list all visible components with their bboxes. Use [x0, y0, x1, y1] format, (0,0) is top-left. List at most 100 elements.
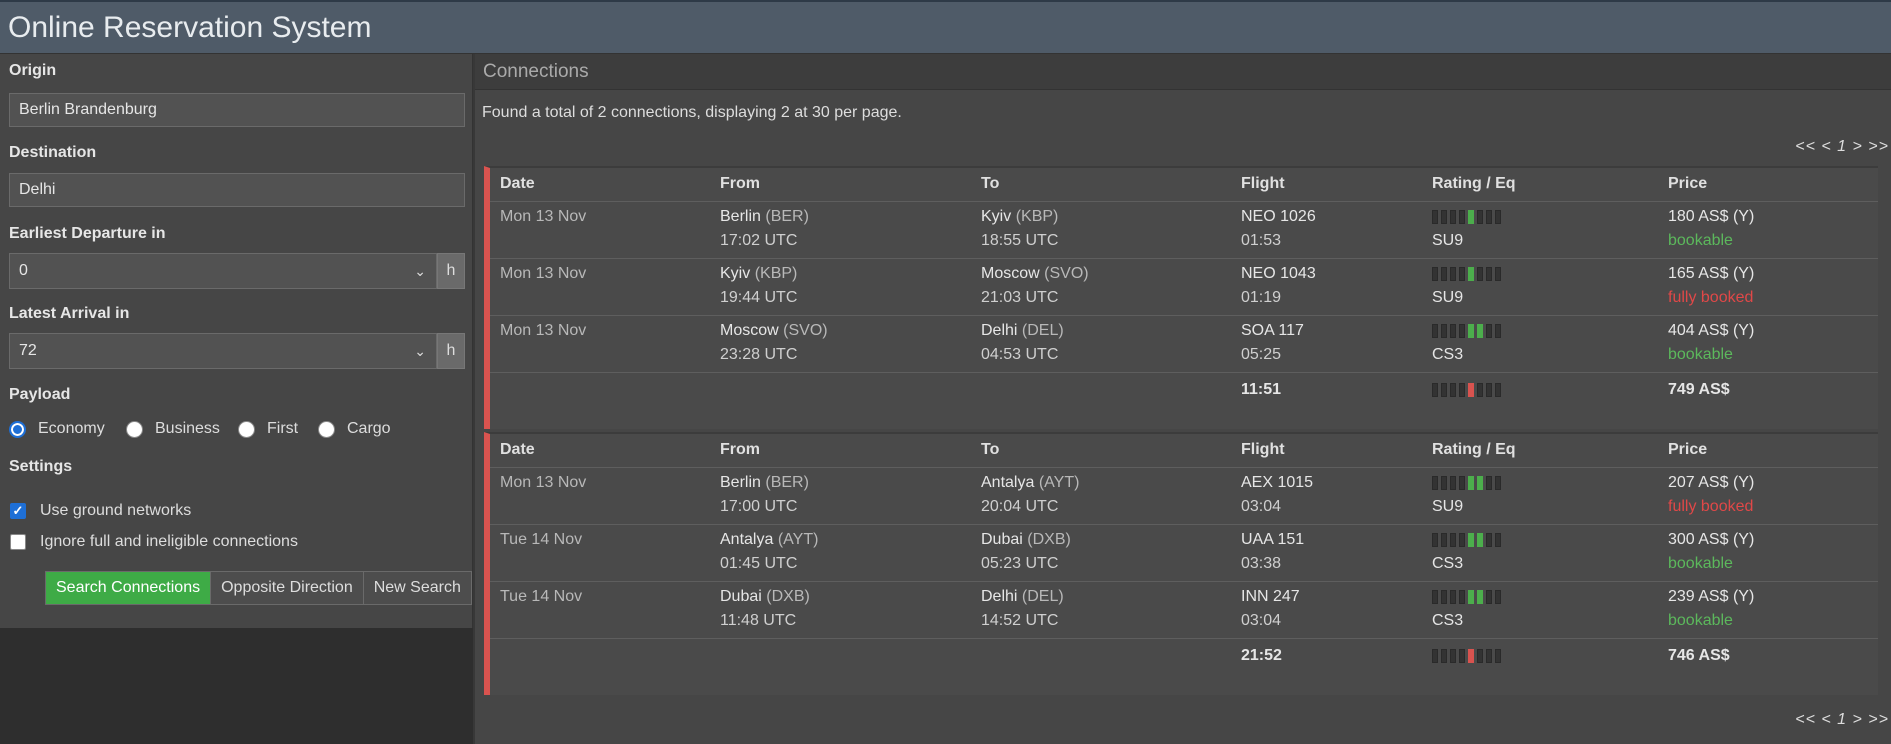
search-connections-button[interactable]: Search Connections	[46, 572, 212, 604]
to-code: (DXB)	[1027, 531, 1071, 548]
leg-price: 300 AS$ (Y) bookable	[1668, 528, 1754, 576]
departure-time: 23:28 UTC	[720, 346, 798, 363]
from-airport: Dubai (DXB)	[720, 585, 810, 609]
fare-price: 239 AS$ (Y)	[1668, 588, 1755, 605]
flight-duration: 01:19	[1241, 289, 1282, 306]
flight-leg-row[interactable]: Mon 13 Nov Berlin (BER) 17:02 UTC Kyiv (KBP…	[490, 202, 1878, 259]
leg-from: Antalya (AYT) 01:45 UTC	[720, 528, 818, 576]
total-rating-bar	[1432, 649, 1504, 663]
checkbox-checked-icon: ✓	[10, 503, 26, 519]
fare-price: 300 AS$ (Y)	[1668, 531, 1755, 548]
pagination-bottom[interactable]: << < 1 > >>	[1795, 711, 1889, 729]
flight-number: NEO 1043	[1241, 265, 1316, 282]
payload-economy-radio[interactable]: Economy	[9, 420, 105, 438]
flight-duration: 01:53	[1241, 232, 1282, 249]
new-search-button[interactable]: New Search	[363, 572, 471, 604]
rating-segment	[1468, 590, 1474, 604]
payload-first-radio[interactable]: First	[238, 420, 298, 438]
latest-arrival-group: 72 ⌄ h	[9, 333, 465, 369]
to-code: (KBP)	[1015, 208, 1059, 225]
flight-leg-row[interactable]: Tue 14 Nov Antalya (AYT) 01:45 UTC Dubai (D…	[490, 525, 1878, 582]
origin-input[interactable]: Berlin Brandenburg	[9, 93, 465, 127]
hour-unit-addon: h	[437, 253, 465, 289]
from-city: Moscow	[720, 322, 779, 339]
checkbox-label: Ignore full and ineligible connections	[40, 533, 298, 550]
leg-to: Dubai (DXB) 05:23 UTC	[981, 528, 1071, 576]
pagination-top[interactable]: << < 1 > >>	[1795, 138, 1889, 156]
booking-status: fully booked	[1668, 289, 1754, 306]
leg-date: Mon 13 Nov	[500, 208, 587, 225]
to-city: Moscow	[981, 265, 1040, 282]
connection-header-row: Date From To Flight Rating / Eq Price	[490, 168, 1878, 202]
total-rating	[1432, 644, 1504, 663]
fare-price: 180 AS$ (Y)	[1668, 208, 1755, 225]
checkbox-unchecked-icon	[10, 534, 26, 550]
equipment-code: SU9	[1432, 498, 1464, 515]
rating-segment	[1432, 210, 1438, 224]
panel-header: Connections	[475, 54, 1891, 90]
rating-segment	[1450, 383, 1456, 397]
connection-block: Date From To Flight Rating / Eq Price Mon 13 N…	[484, 166, 1878, 429]
from-airport: Berlin (BER)	[720, 205, 809, 229]
destination-label: Destination	[9, 144, 97, 161]
leg-date: Mon 13 Nov	[500, 322, 587, 339]
rating-segment	[1477, 649, 1483, 663]
rating-segment	[1486, 649, 1492, 663]
earliest-departure-select[interactable]: 0 ⌄	[9, 253, 437, 289]
leg-price: 239 AS$ (Y) bookable	[1668, 585, 1754, 633]
flight-leg-row[interactable]: Mon 13 Nov Moscow (SVO) 23:28 UTC Delhi (DE…	[490, 316, 1878, 373]
leg-to: Antalya (AYT) 20:04 UTC	[981, 471, 1079, 519]
fare-price: 165 AS$ (Y)	[1668, 265, 1755, 282]
rating-segment	[1459, 267, 1465, 281]
rating-segment	[1432, 590, 1438, 604]
chevron-down-icon: ⌄	[414, 343, 426, 359]
flight-duration: 03:38	[1241, 555, 1282, 572]
to-city: Kyiv	[981, 208, 1012, 225]
total-price: 746 AS$	[1668, 647, 1730, 664]
flight-leg-row[interactable]: Mon 13 Nov Kyiv (KBP) 19:44 UTC Moscow (SVO…	[490, 259, 1878, 316]
departure-time: 17:02 UTC	[720, 232, 798, 249]
column-header: To	[981, 441, 1000, 458]
leg-price: 404 AS$ (Y) bookable	[1668, 319, 1754, 367]
rating-segment	[1432, 533, 1438, 547]
rating-segment	[1477, 324, 1483, 338]
payload-business-radio[interactable]: Business	[126, 420, 220, 438]
payload-cargo-radio[interactable]: Cargo	[318, 420, 391, 438]
ignore-full-checkbox[interactable]: Ignore full and ineligible connections	[10, 533, 298, 551]
latest-arrival-select[interactable]: 72 ⌄	[9, 333, 437, 369]
opposite-direction-button[interactable]: Opposite Direction	[211, 572, 364, 604]
rating-segment	[1477, 210, 1483, 224]
column-header: Date	[500, 441, 535, 458]
from-code: (KBP)	[754, 265, 798, 282]
leg-date: Tue 14 Nov	[500, 588, 583, 605]
flight-duration: 05:25	[1241, 346, 1282, 363]
leg-from: Berlin (BER) 17:00 UTC	[720, 471, 809, 519]
departure-time: 17:00 UTC	[720, 498, 798, 515]
rating-bar	[1432, 533, 1504, 547]
flight-leg-row[interactable]: Tue 14 Nov Dubai (DXB) 11:48 UTC Delhi (DEL…	[490, 582, 1878, 639]
to-code: (SVO)	[1044, 265, 1089, 282]
app-title: Online Reservation System	[8, 11, 372, 44]
to-airport: Moscow (SVO)	[981, 262, 1089, 286]
flight-leg-row[interactable]: Mon 13 Nov Berlin (BER) 17:00 UTC Antalya (…	[490, 468, 1878, 525]
to-airport: Antalya (AYT)	[981, 471, 1079, 495]
leg-flight: UAA 151 03:38	[1241, 528, 1304, 576]
rating-segment	[1468, 649, 1474, 663]
destination-input[interactable]: Delhi	[9, 173, 465, 207]
connection-header-row: Date From To Flight Rating / Eq Price	[490, 434, 1878, 468]
flight-number: INN 247	[1241, 588, 1300, 605]
rating-segment	[1441, 210, 1447, 224]
fare-price: 404 AS$ (Y)	[1668, 322, 1755, 339]
arrival-time: 21:03 UTC	[981, 289, 1059, 306]
from-airport: Kyiv (KBP)	[720, 262, 797, 286]
payload-radio-group: Economy Business First Cargo	[9, 420, 469, 444]
leg-date: Tue 14 Nov	[500, 531, 583, 548]
rating-segment	[1486, 210, 1492, 224]
rating-bar	[1432, 590, 1504, 604]
rating-segment	[1495, 324, 1501, 338]
use-ground-networks-checkbox[interactable]: ✓ Use ground networks	[10, 502, 191, 520]
from-code: (BER)	[765, 208, 809, 225]
leg-from: Dubai (DXB) 11:48 UTC	[720, 585, 810, 633]
from-code: (BER)	[765, 474, 809, 491]
rating-segment	[1450, 533, 1456, 547]
